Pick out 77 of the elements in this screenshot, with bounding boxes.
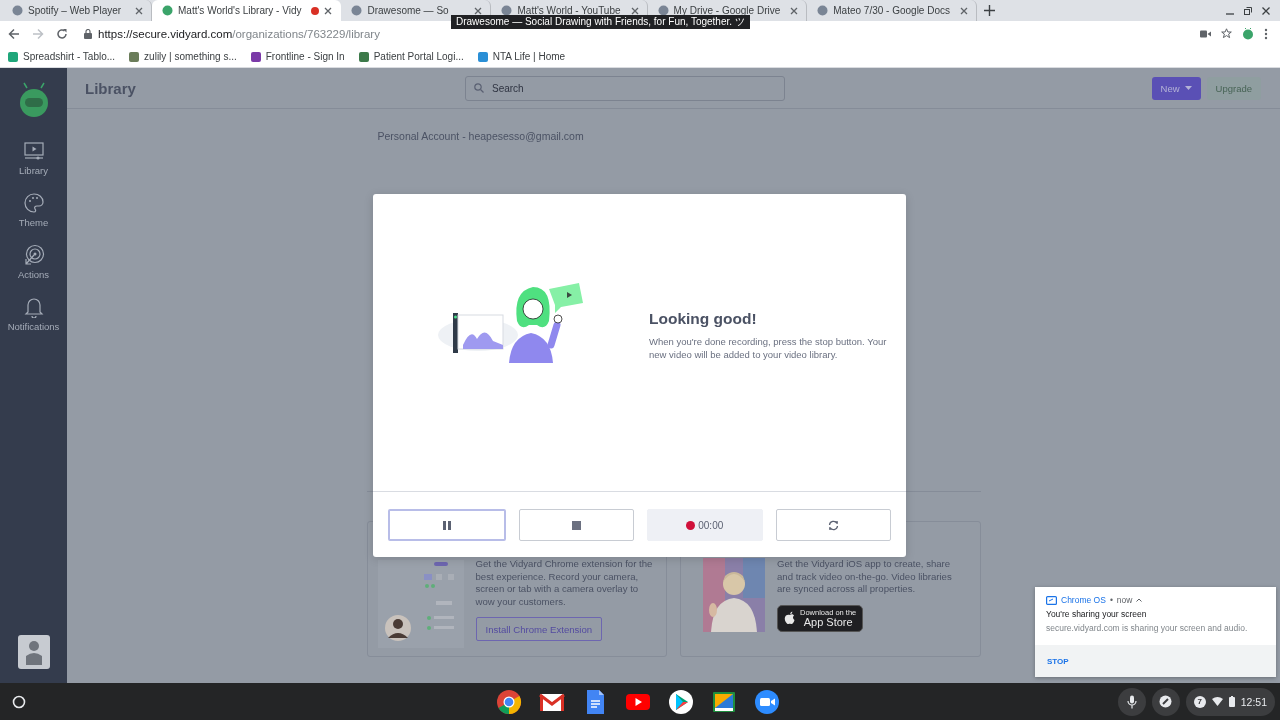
tooltip: Drawesome — Social Drawing with Friends, for Fun, Together. ツ (451, 15, 750, 29)
recording-timer[interactable]: 00:00 (647, 509, 763, 541)
avatar-icon[interactable] (17, 635, 50, 669)
favicon-icon (351, 5, 363, 16)
bookmark[interactable]: Patient Portal Logi... (358, 51, 464, 62)
address-field[interactable]: https://secure.vidyard.com/organizations/763229/library (98, 27, 380, 40)
collapse-icon[interactable] (1136, 598, 1143, 602)
system-tray[interactable]: 7 12:51 (1185, 687, 1275, 716)
notification-title: You're sharing your screen (1046, 609, 1148, 619)
bookmark-favicon-icon (129, 51, 140, 62)
camera-icon[interactable] (1200, 29, 1211, 38)
close-icon[interactable] (630, 6, 639, 15)
close-icon[interactable] (960, 6, 968, 15)
apple-icon (784, 611, 796, 626)
screen-share-icon (1046, 595, 1057, 605)
sidebar-item[interactable]: Library (0, 140, 67, 176)
notification-count: 7 (1193, 695, 1206, 708)
favicon-icon (12, 5, 23, 16)
battery-icon (1228, 696, 1235, 707)
dialog-message: When you're done recording, press the stop button. Your new video will be added to your video library. (649, 336, 888, 361)
lock-icon (84, 28, 92, 39)
bookmark[interactable]: zulily | something s... (129, 51, 237, 62)
sidebar-item[interactable]: Theme (0, 192, 67, 228)
favicon-icon (162, 5, 173, 16)
favicon-icon (817, 5, 829, 16)
more-icon[interactable] (1264, 27, 1268, 40)
refresh-icon (827, 519, 839, 531)
notification-time: now (1116, 595, 1133, 605)
favicon-icon (657, 5, 669, 16)
card-description: Get the Vidyard iOS app to create, share and track video on-the-go. Video libraries are synced across all properties. (777, 558, 953, 596)
notification-source: Chrome OS (1061, 595, 1106, 605)
search-field[interactable]: Search (465, 75, 785, 101)
favicon-icon (501, 5, 513, 16)
pause-icon (442, 520, 451, 530)
bookmark[interactable]: Spreadshirt - Tablo... (8, 51, 116, 62)
page-title: Library (85, 79, 137, 97)
account-label: Personal Account - heapesesso@gmail.com (376, 130, 585, 142)
extension-icon[interactable] (1242, 27, 1254, 40)
bookmark[interactable]: Frontline - Sign In (250, 51, 345, 62)
close-icon[interactable] (790, 6, 799, 15)
sidebar-item[interactable]: Actions (0, 244, 67, 280)
microphone-icon[interactable] (1126, 694, 1137, 709)
play-store-icon[interactable] (668, 688, 694, 715)
bell-icon (22, 296, 45, 318)
video-camera-icon[interactable] (754, 688, 780, 715)
close-icon[interactable] (1262, 6, 1270, 15)
target-icon (22, 244, 45, 266)
restore-icon[interactable] (1244, 6, 1252, 15)
stop-icon (571, 520, 581, 530)
palette-icon (22, 192, 45, 214)
restart-button[interactable] (775, 509, 891, 541)
stop-sharing-button[interactable]: STOP (1043, 652, 1073, 670)
caret-icon (1184, 86, 1192, 90)
back-icon[interactable] (8, 27, 20, 40)
reload-icon[interactable] (56, 27, 68, 40)
video-icon (22, 140, 45, 162)
bookmark[interactable]: NTA Life | Home (477, 51, 566, 62)
bookmark-favicon-icon (250, 51, 261, 62)
sidebar-item[interactable]: Notifications (0, 296, 67, 332)
separator-dot: • (1109, 595, 1113, 605)
stop-button[interactable] (518, 509, 634, 541)
close-icon[interactable] (474, 6, 483, 15)
bookmark-favicon-icon (477, 51, 488, 62)
card-description: Get the Vidyard Chrome extension for the best experience. Record your camera, screen or tab with a camera overlay to wow your customers. (475, 558, 654, 609)
close-icon[interactable] (324, 6, 333, 15)
dialog-title: Looking good! (649, 310, 758, 329)
search-icon (474, 82, 484, 93)
star-icon[interactable] (1221, 28, 1232, 39)
chrome-icon[interactable] (496, 688, 522, 715)
stylus-icon[interactable] (1159, 695, 1173, 708)
bookmark-favicon-icon (8, 51, 18, 62)
plus-icon (983, 5, 995, 16)
wifi-icon (1211, 697, 1223, 706)
browser-tab[interactable]: Matt's World's Library - Vidy (152, 0, 342, 21)
close-icon[interactable] (135, 6, 143, 15)
bookmark-favicon-icon (358, 51, 369, 62)
notification-message: secure.vidyard.com is sharing your screen and audio. (1046, 623, 1249, 633)
